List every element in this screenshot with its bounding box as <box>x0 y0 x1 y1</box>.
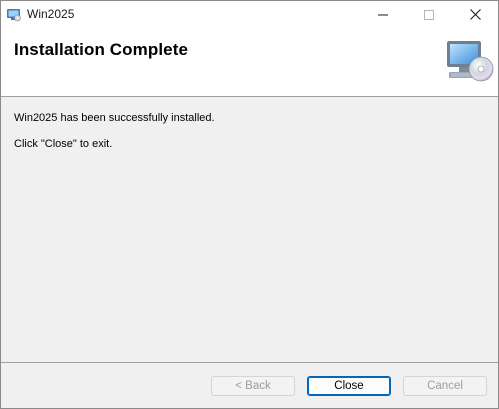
success-message: Win2025 has been successfully installed. <box>14 112 215 124</box>
computer-with-cd-icon <box>447 41 494 82</box>
close-window-button[interactable] <box>452 1 498 28</box>
installer-window: Win2025 Installation Complete Win2025 ha… <box>0 0 499 409</box>
minimize-icon <box>378 14 388 15</box>
window-title: Win2025 <box>27 7 75 21</box>
cancel-button[interactable]: Cancel <box>403 376 487 396</box>
title-bar[interactable]: Win2025 <box>1 1 498 28</box>
close-button[interactable]: Close <box>307 376 391 396</box>
minimize-button[interactable] <box>360 1 406 28</box>
header-banner: Installation Complete <box>1 28 498 97</box>
maximize-button[interactable] <box>406 1 452 28</box>
close-icon <box>469 9 481 20</box>
exit-instruction: Click "Close" to exit. <box>14 138 113 150</box>
installer-app-icon <box>7 9 21 22</box>
page-title: Installation Complete <box>14 40 189 59</box>
back-button[interactable]: < Back <box>211 376 295 396</box>
maximize-icon <box>424 9 434 20</box>
footer-divider <box>1 362 498 363</box>
